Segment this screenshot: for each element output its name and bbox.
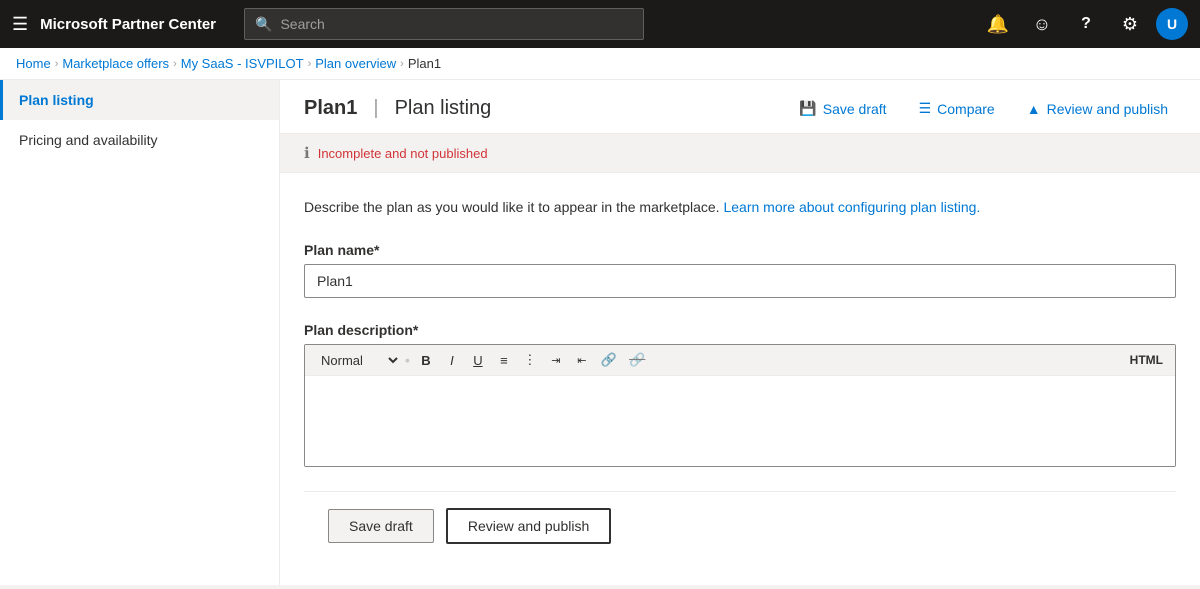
breadcrumb-sep-1: › — [55, 58, 59, 70]
sidebar-item-plan-listing-label: Plan listing — [19, 92, 94, 108]
settings-button[interactable]: ⚙ — [1112, 6, 1148, 42]
page-title: Plan1 — [304, 97, 357, 120]
rte-indent-button[interactable]: ⇥ — [544, 351, 568, 370]
plan-description-field-group: Plan description* Normal Heading 1 Headi… — [304, 322, 1176, 467]
main-content: Plan1 | Plan listing 💾 Save draft ☰ Comp… — [280, 80, 1200, 585]
rte-outdent-button[interactable]: ⇤ — [570, 351, 594, 370]
avatar[interactable]: U — [1156, 8, 1188, 40]
rte-link-button[interactable]: 🔗 — [596, 349, 622, 371]
breadcrumb-sep-4: › — [400, 58, 404, 70]
breadcrumb-saas[interactable]: My SaaS - ISVPILOT — [181, 56, 304, 71]
feedback-button[interactable]: ☺ — [1024, 6, 1060, 42]
search-input[interactable] — [280, 16, 633, 32]
save-draft-header-button[interactable]: 💾 Save draft — [791, 96, 894, 121]
breadcrumb-current: Plan1 — [408, 56, 441, 71]
main-layout: Plan listing Pricing and availability Pl… — [0, 80, 1200, 585]
hamburger-menu-button[interactable]: ☰ — [12, 14, 28, 35]
plan-name-input[interactable] — [304, 264, 1176, 298]
sidebar-item-pricing[interactable]: Pricing and availability — [0, 120, 279, 160]
breadcrumb-sep-3: › — [308, 58, 312, 70]
plan-name-field-group: Plan name* — [304, 242, 1176, 298]
rte-body[interactable] — [305, 376, 1175, 466]
sidebar: Plan listing Pricing and availability — [0, 80, 280, 585]
save-draft-header-label: Save draft — [823, 101, 887, 117]
breadcrumb-sep-2: › — [173, 58, 177, 70]
sidebar-item-plan-listing[interactable]: Plan listing — [0, 80, 279, 120]
save-draft-button[interactable]: Save draft — [328, 509, 434, 543]
page-title-separator: | — [373, 97, 378, 120]
plan-name-label: Plan name* — [304, 242, 1176, 258]
search-icon: 🔍 — [255, 16, 272, 33]
breadcrumb: Home › Marketplace offers › My SaaS - IS… — [0, 48, 1200, 80]
rte-unlink-button[interactable]: 🔗 — [624, 349, 650, 371]
review-publish-icon: ▲ — [1027, 101, 1041, 117]
rte-html-toggle[interactable]: HTML — [1126, 351, 1167, 369]
sidebar-item-pricing-label: Pricing and availability — [19, 132, 158, 148]
compare-icon: ☰ — [919, 100, 932, 117]
notifications-button[interactable]: 🔔 — [980, 6, 1016, 42]
rte-format-select[interactable]: Normal Heading 1 Heading 2 Heading 3 — [313, 350, 401, 371]
page-subtitle: Plan listing — [395, 97, 492, 120]
help-button[interactable]: ? — [1068, 6, 1104, 42]
compare-button[interactable]: ☰ Compare — [911, 96, 1003, 121]
status-bar: ℹ Incomplete and not published — [280, 134, 1200, 173]
search-box: 🔍 — [244, 8, 644, 40]
breadcrumb-marketplace-offers[interactable]: Marketplace offers — [62, 56, 169, 71]
bottom-actions: Save draft Review and publish — [304, 491, 1176, 560]
rich-text-editor: Normal Heading 1 Heading 2 Heading 3 • B… — [304, 344, 1176, 467]
app-title: Microsoft Partner Center — [40, 16, 216, 33]
review-publish-button[interactable]: Review and publish — [446, 508, 611, 544]
save-draft-icon: 💾 — [799, 100, 816, 117]
topnav-icon-group: 🔔 ☺ ? ⚙ U — [980, 6, 1188, 42]
content-description: Describe the plan as you would like it t… — [304, 197, 1176, 218]
plan-description-label: Plan description* — [304, 322, 1176, 338]
compare-label: Compare — [937, 101, 995, 117]
description-text: Describe the plan as you would like it t… — [304, 199, 720, 215]
page-header: Plan1 | Plan listing 💾 Save draft ☰ Comp… — [280, 80, 1200, 134]
rte-toolbar: Normal Heading 1 Heading 2 Heading 3 • B… — [305, 345, 1175, 376]
learn-more-link[interactable]: Learn more about configuring plan listin… — [723, 199, 980, 215]
content-area: Describe the plan as you would like it t… — [280, 173, 1200, 584]
status-icon: ℹ — [304, 144, 310, 162]
rte-sep-1: • — [405, 352, 410, 368]
header-actions: 💾 Save draft ☰ Compare ▲ Review and publ… — [791, 96, 1176, 121]
rte-ordered-list-button[interactable]: ≡ — [492, 350, 516, 371]
rte-bold-button[interactable]: B — [414, 350, 438, 371]
rte-underline-button[interactable]: U — [466, 350, 490, 371]
top-navigation: ☰ Microsoft Partner Center 🔍 🔔 ☺ ? ⚙ U — [0, 0, 1200, 48]
breadcrumb-home[interactable]: Home — [16, 56, 51, 71]
status-text: Incomplete and not published — [318, 146, 488, 161]
rte-unordered-list-button[interactable]: ⋮ — [518, 349, 542, 371]
rte-italic-button[interactable]: I — [440, 350, 464, 371]
review-publish-header-label: Review and publish — [1047, 101, 1168, 117]
review-publish-header-button[interactable]: ▲ Review and publish — [1019, 97, 1176, 121]
breadcrumb-plan-overview[interactable]: Plan overview — [315, 56, 396, 71]
